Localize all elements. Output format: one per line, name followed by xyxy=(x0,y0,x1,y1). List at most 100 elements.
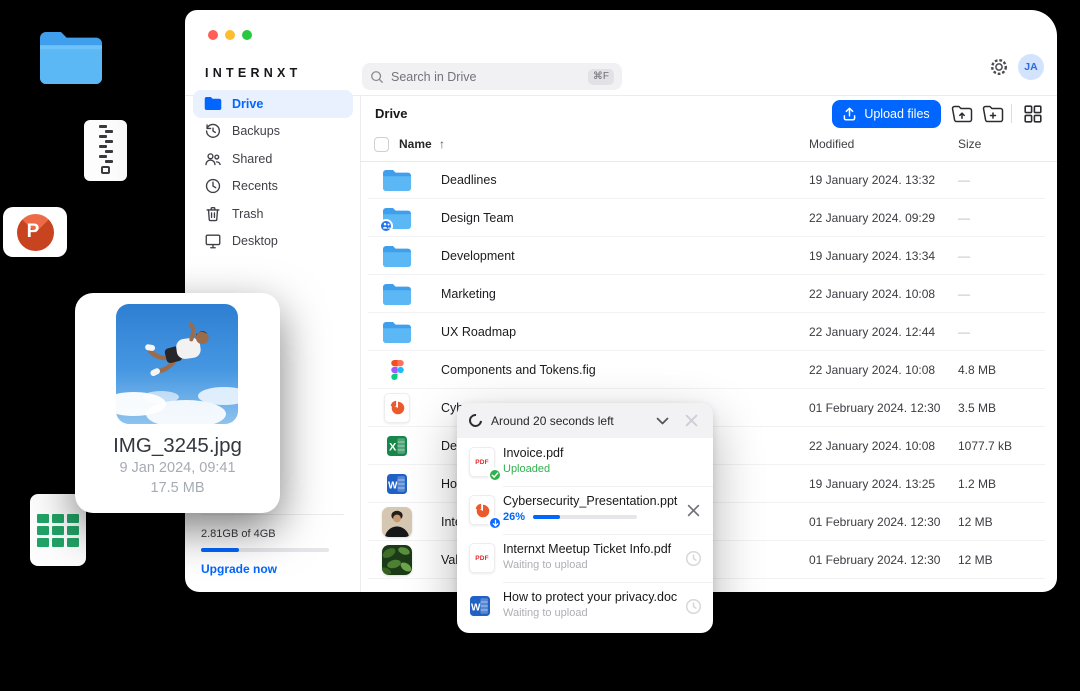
column-header-size[interactable]: Size xyxy=(958,137,981,151)
svg-text:W: W xyxy=(388,480,398,491)
desktop-folder-icon[interactable] xyxy=(38,28,104,91)
leaves-photo-thumbnail xyxy=(382,545,412,575)
search-input[interactable] xyxy=(391,70,581,84)
search-bar[interactable]: ⌘F xyxy=(362,63,622,90)
upload-item-status: Waiting to upload xyxy=(503,607,588,619)
uploaded-check-badge xyxy=(488,468,502,482)
sidebar-item-label: Desktop xyxy=(232,234,278,248)
file-modified: 22 January 2024. 12:44 xyxy=(809,325,935,339)
waiting-clock-icon xyxy=(684,549,702,567)
upload-progress-popup: Around 20 seconds left PDFInvoice.pdfUpl… xyxy=(457,403,713,633)
sidebar-divider xyxy=(360,96,361,592)
ppt-file-icon xyxy=(384,393,410,423)
file-size: — xyxy=(958,287,970,301)
storage-progress-track xyxy=(201,548,329,552)
file-size: 1077.7 kB xyxy=(958,439,1012,453)
image-size: 17.5 MB xyxy=(75,480,280,496)
file-name: Design Team xyxy=(441,211,514,225)
table-row[interactable]: Marketing22 January 2024. 10:08— xyxy=(368,275,1045,313)
grid-view-icon[interactable] xyxy=(1022,104,1044,123)
upload-popup-title: Around 20 seconds left xyxy=(491,414,643,428)
search-shortcut-badge: ⌘F xyxy=(588,69,614,85)
upload-folder-icon[interactable] xyxy=(951,104,973,123)
svg-text:X: X xyxy=(389,441,397,453)
file-modified: 01 February 2024. 12:30 xyxy=(809,515,940,529)
sidebar-item-backups[interactable]: Backups xyxy=(193,118,353,146)
internxt-logo: INTERNXT xyxy=(205,66,302,80)
file-size: — xyxy=(958,249,970,263)
figma-file-icon xyxy=(390,359,405,381)
window-controls xyxy=(208,30,252,40)
collapse-popup-button[interactable] xyxy=(652,411,672,431)
waiting-clock-icon xyxy=(684,597,702,615)
storage-divider xyxy=(201,514,344,515)
file-size: — xyxy=(958,211,970,225)
upload-popup-header: Around 20 seconds left xyxy=(457,403,713,438)
file-modified: 22 January 2024. 10:08 xyxy=(809,287,935,301)
file-size: 1.2 MB xyxy=(958,477,996,491)
shared-folder-icon xyxy=(382,206,412,230)
word-file-icon: W xyxy=(386,473,408,495)
cancel-upload-button[interactable] xyxy=(684,501,702,519)
upload-progress-track xyxy=(533,515,637,519)
settings-gear-icon[interactable] xyxy=(989,57,1009,77)
table-row[interactable]: Deadlines19 January 2024. 13:32— xyxy=(368,161,1045,199)
file-name: Components and Tokens.fig xyxy=(441,363,596,377)
table-row[interactable]: Development19 January 2024. 13:34— xyxy=(368,237,1045,275)
file-size: 3.5 MB xyxy=(958,401,996,415)
zoom-window-button[interactable] xyxy=(242,30,252,40)
file-modified: 01 February 2024. 12:30 xyxy=(809,401,940,415)
sidebar-item-label: Shared xyxy=(232,152,272,166)
select-all-checkbox[interactable] xyxy=(374,137,389,152)
table-row[interactable]: Design Team22 January 2024. 09:29— xyxy=(368,199,1045,237)
close-popup-button[interactable] xyxy=(681,411,701,431)
zipper-pull xyxy=(101,166,110,174)
sidebar-item-trash[interactable]: Trash xyxy=(193,200,353,228)
folder-icon xyxy=(382,282,412,306)
file-size: 4.8 MB xyxy=(958,363,996,377)
upload-item-status: Uploaded xyxy=(503,463,550,475)
upload-button-label: Upload files xyxy=(864,107,929,121)
avatar[interactable]: JA xyxy=(1018,54,1044,80)
upload-item-name: Cybersecurity_Presentation.ppt xyxy=(503,494,679,508)
sidebar-item-recents[interactable]: Recents xyxy=(193,173,353,201)
file-size: — xyxy=(958,173,970,187)
search-icon xyxy=(370,70,384,84)
image-filename: IMG_3245.jpg xyxy=(75,434,280,458)
file-name: UX Roadmap xyxy=(441,325,516,339)
sidebar-item-drive[interactable]: Drive xyxy=(193,90,353,118)
folder-icon xyxy=(382,320,412,344)
image-date: 9 Jan 2024, 09:41 xyxy=(75,460,280,476)
table-row[interactable]: Components and Tokens.fig22 January 2024… xyxy=(368,351,1045,389)
sidebar-item-desktop[interactable]: Desktop xyxy=(193,228,353,256)
sort-arrow-icon: ↑ xyxy=(439,137,445,151)
zip-file-icon[interactable] xyxy=(84,120,127,181)
desktop: P xyxy=(0,0,1080,691)
close-window-button[interactable] xyxy=(208,30,218,40)
upload-item-status: 26% xyxy=(503,511,525,523)
upload-files-button[interactable]: Upload files xyxy=(832,100,941,128)
file-modified: 19 January 2024. 13:32 xyxy=(809,173,935,187)
shared-badge-icon xyxy=(379,219,393,233)
new-folder-icon[interactable] xyxy=(982,104,1004,123)
uploading-badge xyxy=(488,516,502,530)
upload-item: PDFInvoice.pdfUploaded xyxy=(457,438,713,486)
excel-file-icon: X xyxy=(386,435,408,457)
upload-item-status: Waiting to upload xyxy=(503,559,588,571)
upgrade-link[interactable]: Upgrade now xyxy=(201,562,344,576)
minimize-window-button[interactable] xyxy=(225,30,235,40)
upload-item: PDFInternxt Meetup Ticket Info.pdfWaitin… xyxy=(457,534,713,582)
column-header-modified[interactable]: Modified xyxy=(809,137,854,151)
column-header-name[interactable]: Name ↑ xyxy=(399,137,445,151)
image-preview-card[interactable]: IMG_3245.jpg 9 Jan 2024, 09:41 17.5 MB xyxy=(75,293,280,513)
file-modified: 22 January 2024. 10:08 xyxy=(809,439,935,453)
sidebar-item-label: Backups xyxy=(232,124,280,138)
storage-widget: 2.81GB of 4GB Upgrade now xyxy=(201,514,344,576)
photo-thumbnail xyxy=(116,304,238,424)
backups-icon xyxy=(203,122,222,140)
table-row[interactable]: UX Roadmap22 January 2024. 12:44— xyxy=(368,313,1045,351)
powerpoint-file-icon[interactable]: P xyxy=(3,207,67,257)
sidebar-item-shared[interactable]: Shared xyxy=(193,145,353,173)
file-modified: 19 January 2024. 13:34 xyxy=(809,249,935,263)
upload-item-name: How to protect your privacy.doc xyxy=(503,590,679,604)
